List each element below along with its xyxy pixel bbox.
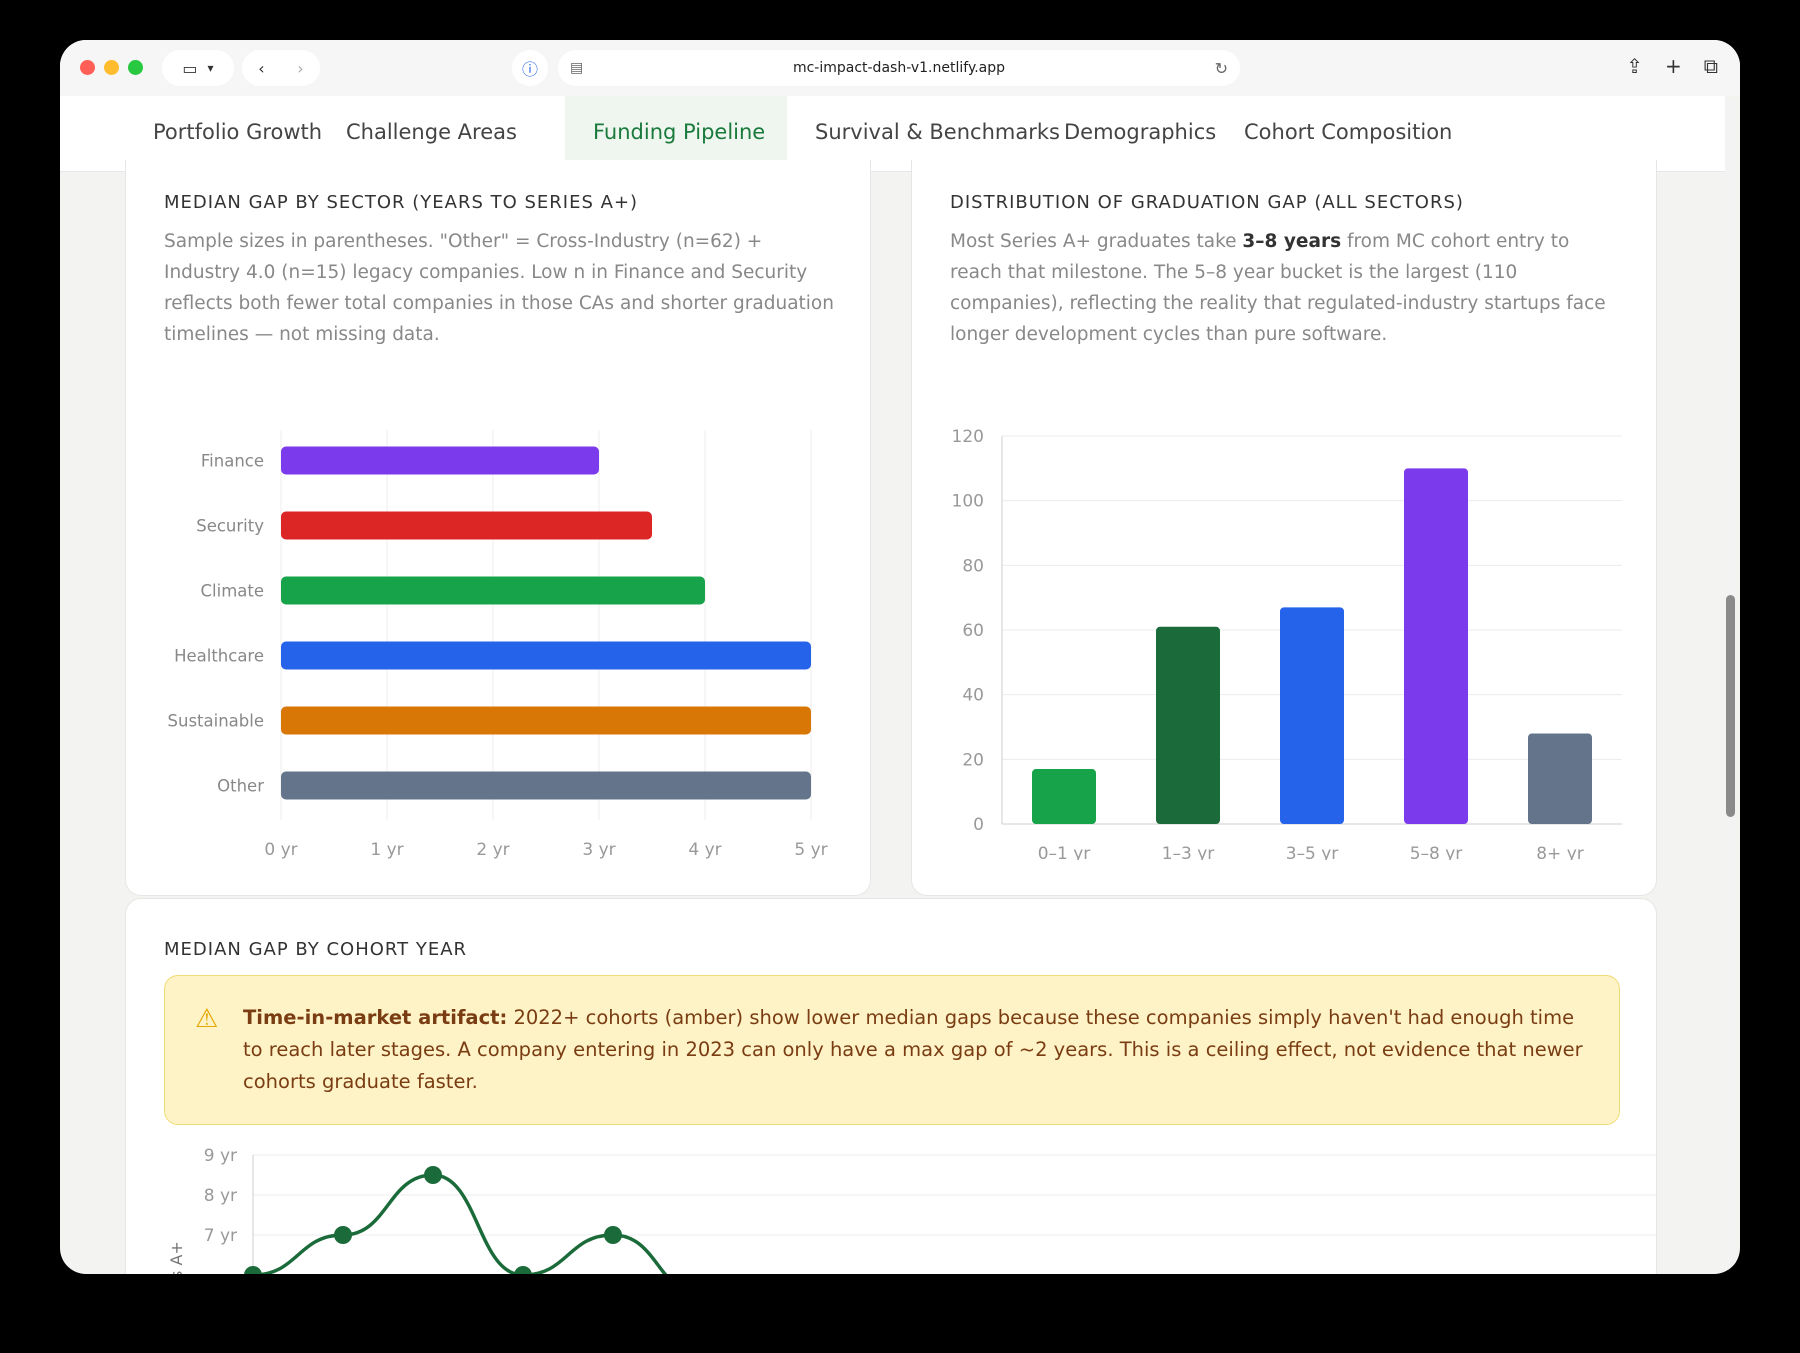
distribution-bar [1404,468,1468,824]
y-tick-label: 80 [962,556,984,576]
x-tick-label: 1 yr [370,840,403,860]
y-category-label: Other [217,777,264,796]
sector-bar [281,576,705,605]
cohort-gap-line [252,1173,668,1274]
warning-bold: Time-in-market artifact: [243,1006,508,1029]
x-tick-label: 0 yr [264,840,297,860]
y-tick-label: 7 yr [204,1226,237,1246]
sector-bar [281,511,652,540]
privacy-info-button[interactable]: ⓘ [512,50,548,86]
x-category-label: 0–1 yr [1038,844,1091,860]
cohort-data-point [514,1266,532,1274]
cohort-data-point [334,1226,352,1244]
y-tick-label: 0 [973,815,984,835]
x-tick-label: 5 yr [794,840,827,860]
address-bar[interactable]: ▤ mc-impact-dash-v1.netlify.app ↻ [558,50,1240,86]
scrollbar-thumb[interactable] [1726,595,1735,817]
y-category-label: Climate [201,582,265,601]
desc-pre: Most Series A+ graduates take [950,231,1243,252]
info-icon: ⓘ [521,60,538,79]
y-category-label: Healthcare [174,647,264,666]
x-category-label: 1–3 yr [1162,844,1215,860]
zoom-window-button[interactable] [128,60,143,75]
sector-bar-chart: 0 yr 1 yr 2 yr 3 yr 4 yr 5 yr Finance Security C… [168,430,828,860]
sector-bar [281,771,811,800]
sidebar-icon: ▭ [182,58,198,78]
y-tick-label: 20 [962,750,984,770]
warning-text: Time-in-market artifact: 2022+ cohorts (… [243,1002,1583,1098]
time-in-market-warning: ⚠ Time-in-market artifact: 2022+ cohorts… [164,975,1620,1125]
new-tab-icon[interactable]: + [1665,54,1682,78]
cohort-data-point [424,1166,442,1184]
y-tick-label: 9 yr [204,1146,237,1166]
y-category-label: Finance [201,452,264,471]
y-category-label: Sustainable [168,712,264,731]
cohort-data-point [244,1266,262,1274]
sector-card-title: MEDIAN GAP BY SECTOR (YEARS TO SERIES A+… [164,192,639,213]
browser-window: ▭ ▾ ‹ › ⓘ ▤ mc-impact-dash-v1.netlify.ap… [60,40,1740,1274]
x-category-label: 3–5 yr [1286,844,1339,860]
y-tick-label: 100 [952,492,984,512]
chevron-down-icon: ▾ [207,61,214,75]
sector-card-description: Sample sizes in parentheses. "Other" = C… [164,231,834,345]
sidebar-toggle-button[interactable]: ▭ ▾ [162,50,234,86]
browser-toolbar: ▭ ▾ ‹ › ⓘ ▤ mc-impact-dash-v1.netlify.ap… [60,40,1740,96]
url-text: mc-impact-dash-v1.netlify.app [792,60,1006,76]
distribution-card: DISTRIBUTION OF GRADUATION GAP (ALL SECT… [911,160,1657,896]
sector-bar [281,641,811,670]
distribution-bar [1528,733,1592,824]
reader-icon[interactable]: ▤ [570,60,583,76]
desc-bold: 3–8 years [1242,231,1342,252]
back-icon[interactable]: ‹ [258,59,264,78]
y-category-label: Security [196,517,264,536]
distribution-card-description: Most Series A+ graduates take 3–8 years … [950,226,1620,350]
x-category-label: 8+ yr [1536,844,1584,860]
y-tick-label: 8 yr [204,1186,237,1206]
sector-gap-card: MEDIAN GAP BY SECTOR (YEARS TO SERIES A+… [125,160,871,896]
x-tick-label: 2 yr [476,840,509,860]
forward-icon[interactable]: › [297,59,303,78]
y-tick-label: 120 [952,427,984,447]
distribution-bar [1280,607,1344,824]
reload-icon[interactable]: ↻ [1215,59,1228,78]
minimize-window-button[interactable] [104,60,119,75]
x-category-label: 5–8 yr [1410,844,1463,860]
nav-buttons: ‹ › [242,50,320,86]
cohort-line-chart: 9 yr 8 yr 7 yr es A+ [167,1146,1656,1274]
cohort-gap-card: MEDIAN GAP BY COHORT YEAR ⚠ Time-in-mark… [125,898,1657,1274]
page-scrollbar[interactable] [1725,100,1736,1270]
warning-icon: ⚠ [195,1004,219,1034]
tab-overview-icon[interactable]: ⧉ [1704,54,1718,78]
toolbar-actions: ⇪ + ⧉ [1626,54,1718,78]
distribution-bar [1032,769,1096,824]
share-icon[interactable]: ⇪ [1626,54,1643,78]
cohort-card-title: MEDIAN GAP BY COHORT YEAR [164,939,468,960]
distribution-bar-chart: 0 20 40 60 80 100 120 0–1 yr 1–3 yr 3–5 yr 5–8 yr 8… [952,427,1622,860]
cohort-data-point [604,1226,622,1244]
close-window-button[interactable] [80,60,95,75]
distribution-bar [1156,626,1220,824]
x-tick-label: 4 yr [688,840,721,860]
y-tick-label: 60 [962,621,984,641]
sector-bar [281,706,811,735]
x-tick-label: 3 yr [582,840,615,860]
sector-bar [281,446,599,475]
y-tick-label: 40 [962,686,984,706]
y-axis-label: es A+ [167,1241,186,1274]
distribution-card-title: DISTRIBUTION OF GRADUATION GAP (ALL SECT… [950,192,1464,213]
